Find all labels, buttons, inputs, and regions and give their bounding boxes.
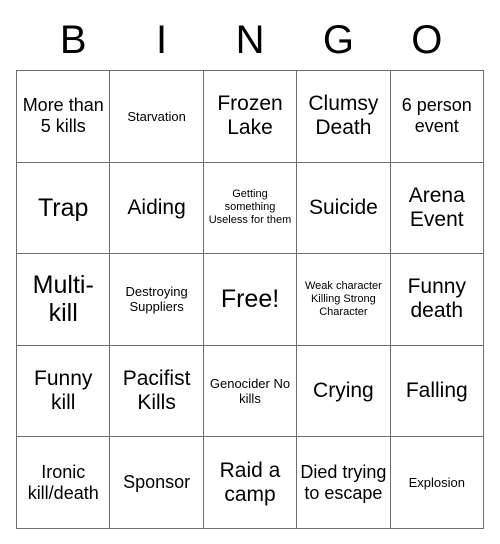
bingo-row: Multi-kill Destroying Suppliers Free! We…	[16, 253, 484, 346]
bingo-cell[interactable]: Crying	[296, 344, 391, 438]
header-letter-i: I	[156, 18, 168, 62]
bingo-row: Funny kill Pacifist Kills Genocider No k…	[16, 344, 484, 438]
bingo-header: B I N G O	[29, 0, 471, 62]
bingo-cell-label: Multi-kill	[32, 271, 94, 328]
bingo-row: Ironic kill/death Sponsor Raid a camp Di…	[16, 436, 484, 529]
bingo-cell[interactable]: Sponsor	[109, 436, 204, 529]
header-letter-g: G	[322, 18, 354, 62]
bingo-cell-label: More than 5 kills	[22, 95, 104, 137]
bingo-cell[interactable]: Died trying to escape	[296, 436, 391, 529]
bingo-cell[interactable]: Aiding	[109, 161, 204, 255]
bingo-card: B I N G O More than 5 kills Starvation F…	[0, 0, 500, 544]
header-letter-b: B	[59, 18, 87, 62]
bingo-cell-label: Trap	[37, 193, 89, 222]
bingo-cell-free[interactable]: Free!	[202, 253, 298, 346]
bingo-cell-label: 6 person event	[401, 95, 472, 137]
bingo-cell[interactable]: Raid a camp	[202, 436, 298, 529]
bingo-cell-label: Explosion	[408, 475, 465, 491]
bingo-grid: More than 5 kills Starvation Frozen Lake…	[16, 70, 484, 529]
bingo-cell-label: Crying	[313, 379, 374, 403]
bingo-cell[interactable]: Falling	[389, 344, 484, 438]
bingo-cell[interactable]: Starvation	[109, 70, 204, 163]
bingo-cell-label: Starvation	[127, 108, 186, 124]
bingo-cell[interactable]: Getting something Useless for them	[202, 161, 298, 255]
bingo-cell-label: Weak character Killing Strong Character	[304, 279, 382, 318]
bingo-cell-label: Suicide	[308, 195, 378, 219]
bingo-cell[interactable]: Pacifist Kills	[109, 344, 204, 438]
bingo-cell-label: Ironic kill/death	[27, 461, 99, 503]
bingo-cell-label: Sponsor	[123, 472, 191, 493]
bingo-cell[interactable]: Funny death	[389, 253, 484, 346]
bingo-row: Trap Aiding Getting something Useless fo…	[16, 161, 484, 255]
bingo-cell[interactable]: Funny kill	[16, 344, 111, 438]
bingo-cell[interactable]: Destroying Suppliers	[109, 253, 204, 346]
bingo-cell-label: Funny kill	[34, 367, 93, 415]
bingo-cell-label: Frozen Lake	[217, 92, 283, 140]
bingo-cell[interactable]: Genocider No kills	[202, 344, 298, 438]
bingo-cell-label: Died trying to escape	[300, 461, 387, 503]
bingo-cell-label: Getting something Useless for them	[208, 188, 292, 227]
bingo-cell-label: Clumsy Death	[308, 92, 379, 140]
bingo-cell[interactable]: Explosion	[389, 436, 484, 529]
bingo-cell-label: Pacifist Kills	[122, 367, 191, 415]
bingo-cell[interactable]: Clumsy Death	[296, 70, 391, 163]
bingo-cell-label: Falling	[405, 379, 468, 403]
bingo-cell[interactable]: Suicide	[296, 161, 391, 255]
bingo-cell[interactable]: Ironic kill/death	[16, 436, 111, 529]
bingo-free-space-label: Free!	[220, 285, 280, 314]
header-letter-n: N	[235, 18, 265, 62]
bingo-cell-label: Aiding	[127, 195, 186, 219]
bingo-cell[interactable]: Arena Event	[389, 161, 484, 255]
bingo-row: More than 5 kills Starvation Frozen Lake…	[16, 70, 484, 163]
bingo-cell[interactable]: Weak character Killing Strong Character	[296, 253, 391, 346]
bingo-cell-label: Funny death	[407, 275, 466, 323]
bingo-cell[interactable]: Trap	[16, 161, 111, 255]
bingo-cell[interactable]: Multi-kill	[16, 253, 111, 346]
bingo-cell[interactable]: More than 5 kills	[16, 70, 111, 163]
bingo-cell-label: Raid a camp	[219, 458, 281, 506]
bingo-cell-label: Genocider No kills	[209, 376, 291, 407]
bingo-cell-label: Arena Event	[408, 183, 465, 231]
bingo-cell[interactable]: Frozen Lake	[202, 70, 298, 163]
bingo-cell[interactable]: 6 person event	[389, 70, 484, 163]
bingo-cell-label: Destroying Suppliers	[125, 284, 188, 315]
header-letter-o: O	[411, 18, 443, 62]
